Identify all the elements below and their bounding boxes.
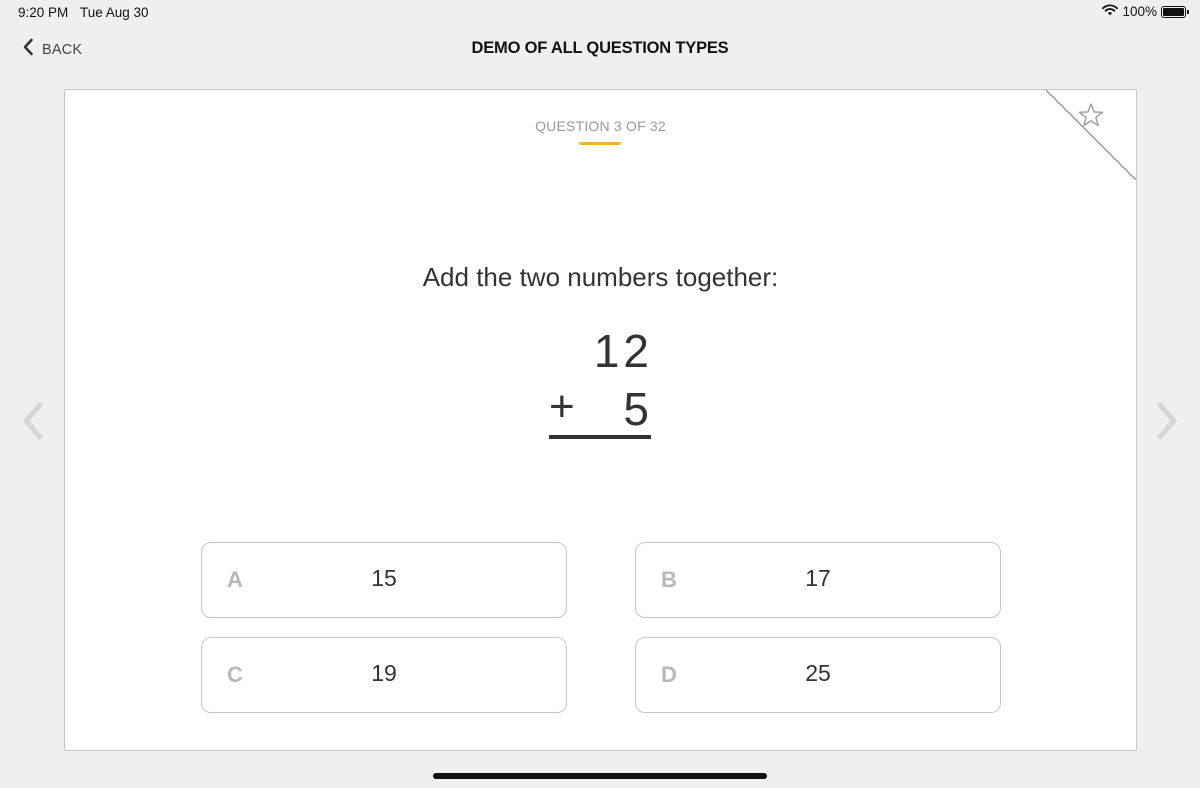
wifi-icon [1102,4,1119,19]
answer-option-c[interactable]: C 19 [201,637,567,713]
status-date: Tue Aug 30 [80,5,149,20]
status-indicators: 100% [1102,4,1189,19]
math-top-number: 12 [593,325,653,377]
math-sum-line [549,435,651,439]
battery-percent: 100% [1122,4,1157,19]
answer-option-b[interactable]: B 17 [635,542,1001,618]
question-card: QUESTION 3 OF 32 Add the two numbers tog… [64,89,1137,751]
battery-fill [1163,7,1184,16]
math-problem: 12 + 5 [549,324,653,444]
math-bottom-number: 5 [623,383,649,435]
answer-value: 25 [805,660,831,686]
nav-bar: BACK DEMO OF ALL QUESTION TYPES [0,30,1200,70]
status-time: 9:20 PM [18,5,69,20]
home-indicator[interactable] [433,773,767,779]
bookmark-button[interactable] [1045,90,1136,181]
status-bar: 9:20 PM Tue Aug 30 100% [0,0,1200,26]
answer-option-d[interactable]: D 25 [635,637,1001,713]
chevron-left-icon [18,402,48,446]
answer-option-a[interactable]: A 15 [201,542,567,618]
question-prompt: Add the two numbers together: [422,262,779,292]
answer-value: 15 [371,565,397,591]
math-operator: + [549,382,575,431]
chevron-right-icon [1152,402,1182,446]
next-question-button[interactable] [1152,400,1182,442]
question-counter: QUESTION 3 OF 32 [535,118,666,134]
page-title: DEMO OF ALL QUESTION TYPES [471,39,729,57]
previous-question-button[interactable] [18,400,48,442]
counter-underline [579,142,621,145]
answer-value: 17 [805,565,831,591]
battery-icon [1161,5,1189,18]
answer-value: 19 [371,660,397,686]
